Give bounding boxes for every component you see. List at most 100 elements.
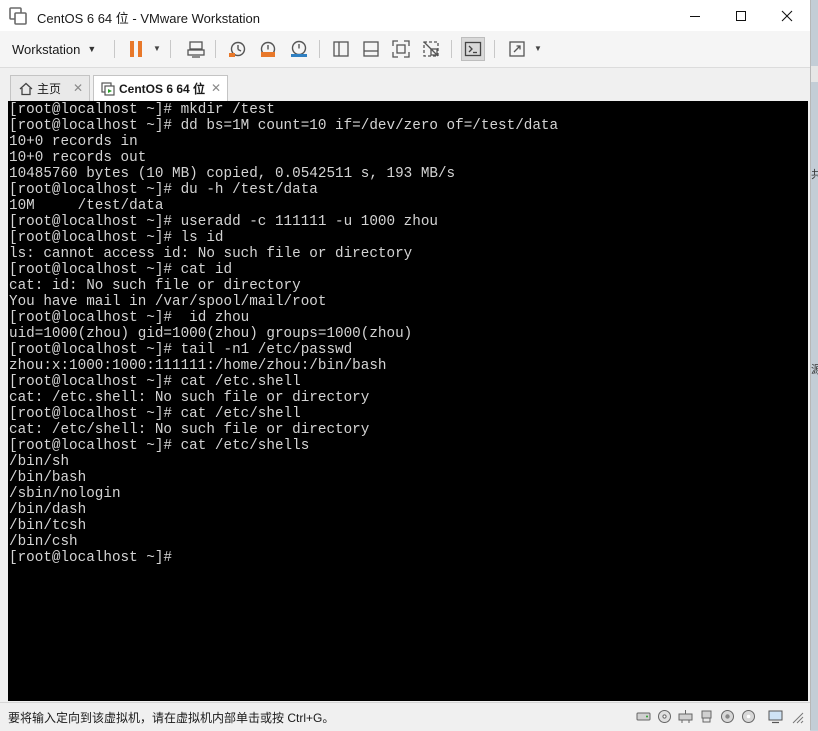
console-view-button[interactable] [461, 37, 485, 61]
terminal-line: 10M /test/data [9, 198, 164, 214]
terminal-line: cat: /etc.shell: No such file or directo… [9, 390, 370, 406]
terminal-line: /bin/sh [9, 454, 70, 470]
stretch-guest-button[interactable] [505, 37, 529, 61]
toolbar: Workstation ▼ ▼ ▼ [0, 31, 810, 68]
terminal-line: 10485760 bytes (10 MB) copied, 0.0542511… [9, 166, 456, 182]
cd-rom-icon [658, 710, 671, 723]
resize-grip-icon [792, 712, 804, 724]
display-icon [768, 710, 783, 724]
pause-icon [130, 41, 142, 57]
tab-strip: 主页 ✕ CentOS 6 64 位 ✕ [8, 73, 808, 101]
terminal-line: You have mail in /var/spool/mail/root [9, 294, 327, 310]
unity-button[interactable] [419, 37, 443, 61]
toolbar-divider [215, 40, 216, 58]
terminal-line: [root@localhost ~]# dd bs=1M count=10 if… [9, 118, 559, 134]
terminal-line: [root@localhost ~]# mkdir /test [9, 102, 275, 118]
terminal-line: [root@localhost ~]# ls id [9, 230, 224, 246]
terminal-line: [root@localhost ~]# [9, 550, 173, 566]
full-screen-button[interactable] [389, 37, 413, 61]
terminal-line: [root@localhost ~]# du -h /test/data [9, 182, 318, 198]
vmware-app-icon [9, 7, 27, 25]
terminal-line: [root@localhost ~]# id zhou [9, 310, 250, 326]
minimize-icon [690, 15, 700, 17]
unity-icon [423, 41, 439, 57]
terminal-line: zhou:x:1000:1000:111111:/home/zhou:/bin/… [9, 358, 387, 374]
virtual-machine-icon [101, 81, 115, 96]
terminal-line: uid=1000(zhou) gid=1000(zhou) groups=100… [9, 326, 413, 342]
background-text: 源 [811, 364, 818, 376]
chevron-down-icon[interactable]: ▼ [153, 44, 161, 53]
network-adapter-icon [678, 710, 693, 723]
background-window-edge [811, 66, 818, 82]
terminal-line: cat: /etc/shell: No such file or directo… [9, 422, 370, 438]
thumbnail-bar-button[interactable] [359, 37, 383, 61]
terminal-line: 10+0 records in [9, 134, 138, 150]
usb-controller-button[interactable] [699, 709, 714, 724]
terminal-line: /sbin/nologin [9, 486, 121, 502]
terminal-line: /bin/bash [9, 470, 87, 486]
cd-rom-button[interactable] [657, 709, 672, 724]
tab-label: 主页 [37, 82, 62, 96]
maximize-button[interactable] [718, 0, 764, 31]
terminal-line: [root@localhost ~]# useradd -c 111111 -u… [9, 214, 438, 230]
background-text: 共 [811, 169, 818, 181]
toolbar-divider [494, 40, 495, 58]
close-button[interactable] [764, 0, 810, 31]
terminal-line: ls: cannot access id: No such file or di… [9, 246, 413, 262]
tab-home[interactable]: 主页 ✕ [10, 75, 90, 101]
terminal-line: [root@localhost ~]# cat /etc/shell [9, 406, 301, 422]
terminal-line: [root@localhost ~]# cat /etc.shell [9, 374, 301, 390]
close-icon[interactable]: ✕ [211, 81, 221, 95]
toolbar-divider [114, 40, 115, 58]
revert-snapshot-icon [260, 41, 276, 57]
snapshot-manager-icon [291, 40, 307, 57]
chevron-down-icon: ▼ [87, 44, 97, 54]
printer-icon [742, 710, 755, 723]
maximize-icon [736, 10, 746, 21]
vm-console[interactable]: [root@localhost ~]# mkdir /test [root@loc… [8, 101, 808, 701]
network-adapter-button[interactable] [678, 709, 693, 724]
terminal-line: /bin/tcsh [9, 518, 87, 534]
tab-centos[interactable]: CentOS 6 64 位 ✕ [93, 75, 228, 101]
minimize-button[interactable] [672, 0, 718, 31]
display-button[interactable] [768, 709, 783, 724]
pause-button[interactable] [124, 37, 148, 61]
show-library-button[interactable] [329, 37, 353, 61]
full-screen-icon [392, 40, 410, 58]
send-ctrl-alt-del-icon [187, 41, 205, 58]
send-ctrl-alt-del-button[interactable] [184, 37, 208, 61]
resize-grip[interactable] [789, 709, 804, 724]
sound-card-button[interactable] [720, 709, 735, 724]
status-bar: 要将输入定向到该虚拟机，请在虚拟机内部单击或按 Ctrl+G。 [0, 702, 810, 731]
terminal-line: 10+0 records out [9, 150, 147, 166]
terminal-line: /bin/dash [9, 502, 87, 518]
printer-button[interactable] [741, 709, 756, 724]
tab-label: CentOS 6 64 位 [119, 82, 206, 96]
hard-disk-button[interactable] [636, 709, 651, 724]
console-view-icon [464, 41, 482, 57]
terminal-line: [root@localhost ~]# cat /etc/shells [9, 438, 310, 454]
terminal-output: [root@localhost ~]# mkdir /test [root@loc… [8, 101, 808, 566]
snapshot-manager-button[interactable] [287, 37, 311, 61]
thumbnail-bar-icon [363, 41, 379, 57]
status-hint: 要将输入定向到该虚拟机，请在虚拟机内部单击或按 Ctrl+G。 [8, 711, 335, 725]
chevron-down-icon[interactable]: ▼ [534, 44, 542, 53]
close-icon[interactable]: ✕ [73, 81, 83, 95]
take-snapshot-button[interactable] [225, 37, 249, 61]
workstation-menu-label: Workstation [12, 41, 81, 57]
terminal-line: [root@localhost ~]# tail -n1 /etc/passwd [9, 342, 353, 358]
toolbar-divider [451, 40, 452, 58]
stretch-guest-icon [509, 41, 525, 57]
usb-controller-icon [701, 710, 712, 723]
terminal-line: cat: id: No such file or directory [9, 278, 301, 294]
revert-snapshot-button[interactable] [256, 37, 280, 61]
close-icon [781, 10, 793, 21]
workstation-menu-button[interactable]: Workstation ▼ [12, 37, 96, 61]
window-title: CentOS 6 64 位 - VMware Workstation [37, 11, 261, 26]
show-library-icon [333, 41, 349, 57]
vmware-window: CentOS 6 64 位 - VMware Workstation Works… [0, 0, 811, 731]
title-bar[interactable]: CentOS 6 64 位 - VMware Workstation [0, 0, 810, 31]
hard-disk-icon [636, 712, 651, 721]
terminal-line: [root@localhost ~]# cat id [9, 262, 233, 278]
snapshot-icon [229, 41, 246, 57]
